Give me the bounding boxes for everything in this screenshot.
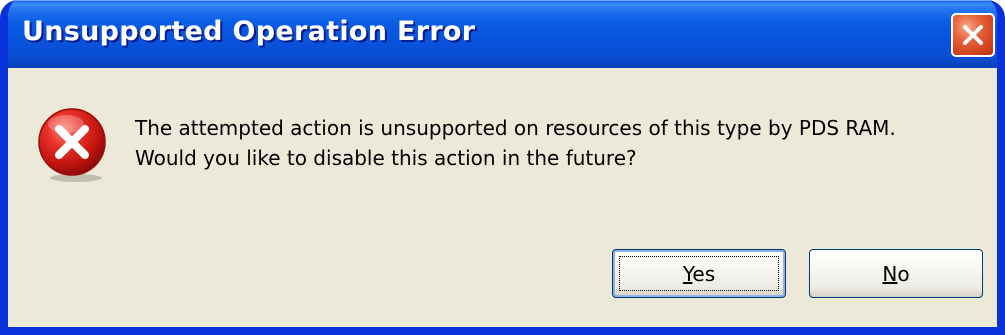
yes-mnemonic: Y [682, 261, 693, 286]
title-bar[interactable]: Unsupported Operation Error [8, 0, 997, 68]
yes-label-rest: es [692, 261, 716, 286]
yes-button-label: Yes [683, 262, 715, 286]
error-message: The attempted action is unsupported on r… [135, 113, 995, 173]
error-dialog: Unsupported Operation Error The attempte… [0, 0, 1005, 335]
window-title: Unsupported Operation Error [22, 16, 476, 47]
yes-button[interactable]: Yes [612, 249, 786, 298]
error-icon [38, 108, 106, 182]
no-button-label: No [882, 262, 909, 286]
no-mnemonic: N [882, 261, 898, 286]
no-button[interactable]: No [809, 249, 983, 298]
message-line-2: Would you like to disable this action in… [135, 146, 637, 170]
no-label-rest: o [897, 261, 910, 286]
close-icon [963, 25, 983, 45]
close-button[interactable] [951, 13, 995, 57]
message-line-1: The attempted action is unsupported on r… [135, 116, 896, 140]
